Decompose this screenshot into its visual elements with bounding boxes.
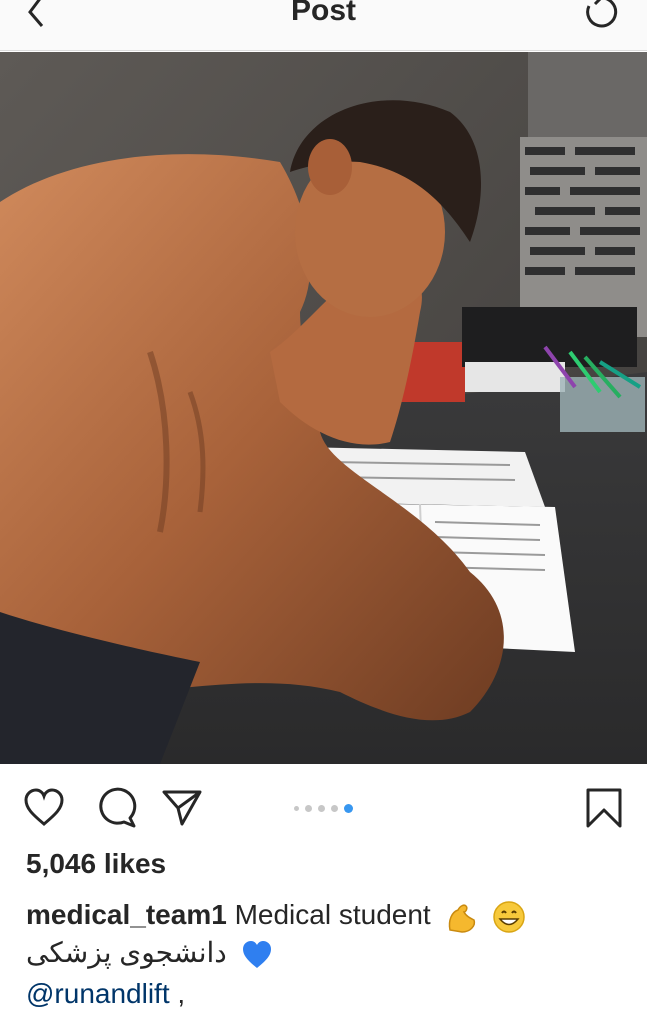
caption-username[interactable]: medical_team1 <box>26 899 227 930</box>
likes-count[interactable]: 5,046 likes <box>26 848 166 880</box>
carousel-dot <box>305 805 312 812</box>
carousel-dot <box>331 805 338 812</box>
post-photo-illustration <box>0 52 647 764</box>
post-caption: medical_team1 Medical student <box>26 896 626 934</box>
carousel-dot <box>318 805 325 812</box>
caption-line-persian: دانشجوی پزشکی <box>26 936 273 970</box>
smiling-face-emoji <box>493 900 525 933</box>
caption-persian-text: دانشجوی پزشکی <box>26 937 227 968</box>
post-photo[interactable] <box>0 52 647 764</box>
refresh-icon[interactable] <box>579 0 625 36</box>
mention-suffix: , <box>169 978 186 1009</box>
caption-mention-line: @runandlift , <box>26 978 185 1010</box>
carousel-dot-active <box>344 804 353 813</box>
save-bookmark-icon[interactable] <box>582 786 626 830</box>
carousel-indicator <box>0 804 647 813</box>
top-navigation-bar: Post <box>0 0 647 51</box>
flexed-biceps-emoji <box>449 904 476 933</box>
blue-heart-emoji <box>242 940 271 968</box>
post-action-bar <box>0 764 647 848</box>
carousel-dot <box>294 806 299 811</box>
page-title: Post <box>290 0 356 27</box>
caption-text: Medical student <box>234 899 431 930</box>
mention-link[interactable]: @runandlift <box>26 978 170 1009</box>
